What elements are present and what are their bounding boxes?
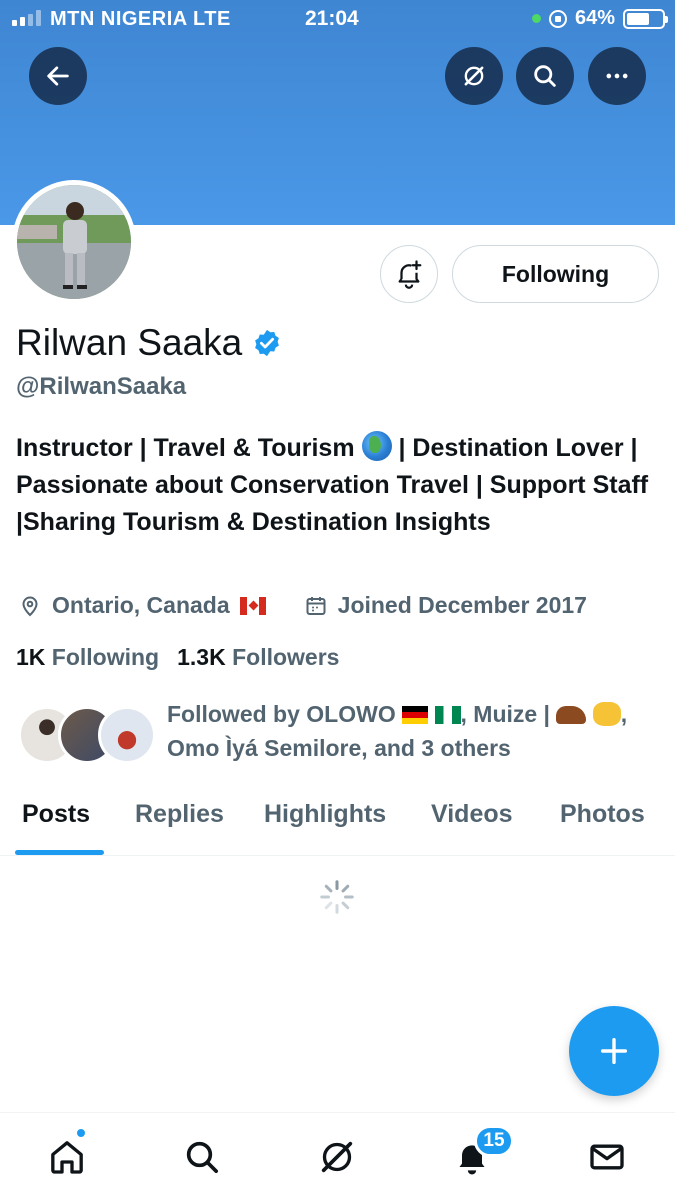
avatar xyxy=(98,706,156,764)
home-unread-dot xyxy=(75,1127,87,1139)
search-icon xyxy=(534,65,556,87)
nigeria-flag-icon xyxy=(434,706,461,724)
plus-icon xyxy=(600,1037,628,1065)
profile-avatar[interactable] xyxy=(12,180,136,304)
following-stat[interactable]: 1K Following xyxy=(16,644,159,671)
carrier-label: MTN NIGERIA LTE xyxy=(50,8,231,30)
home-icon xyxy=(51,1141,83,1174)
battery-percent: 64% xyxy=(574,7,615,29)
followed-by-text[interactable]: Followed by OLOWO , Muize | , Omo Ìyá Se… xyxy=(167,697,662,765)
nav-grok[interactable] xyxy=(315,1135,359,1179)
joined-date: Joined December 2017 xyxy=(337,592,587,618)
nav-home[interactable] xyxy=(45,1135,89,1179)
tab-replies[interactable]: Replies xyxy=(135,800,224,829)
bio-text-start: Instructor | Travel & Tourism xyxy=(16,434,355,462)
search-icon xyxy=(186,1141,219,1173)
grok-button[interactable] xyxy=(445,47,503,105)
back-button[interactable] xyxy=(29,47,87,105)
notify-button[interactable] xyxy=(380,245,438,303)
privacy-indicator-icon xyxy=(531,14,541,23)
shoe-emoji-icon xyxy=(556,706,587,724)
notification-badge: 15 xyxy=(474,1125,514,1157)
tab-highlights[interactable]: Highlights xyxy=(264,800,386,829)
location-pin-icon xyxy=(22,596,38,616)
clock: 21:04 xyxy=(305,7,359,30)
nav-search[interactable] xyxy=(180,1135,224,1179)
profile-location: Ontario, Canada xyxy=(52,592,230,618)
battery-icon xyxy=(623,8,668,29)
grok-icon xyxy=(321,1141,353,1173)
followers-stat[interactable]: 1.3K Followers xyxy=(177,644,339,671)
search-button[interactable] xyxy=(516,47,574,105)
profile-handle: @RilwanSaaka xyxy=(16,373,187,400)
mail-icon xyxy=(590,1144,624,1170)
globe-emoji-icon xyxy=(361,431,392,461)
verified-badge-icon[interactable] xyxy=(252,328,282,358)
loading-spinner-icon xyxy=(320,880,354,914)
nav-messages[interactable] xyxy=(585,1135,629,1179)
germany-flag-icon xyxy=(402,706,429,724)
status-bar: MTN NIGERIA LTE 21:04 64% xyxy=(0,0,675,40)
grok-icon xyxy=(464,66,484,86)
more-dots-icon xyxy=(606,73,628,79)
tab-posts[interactable]: Posts xyxy=(22,800,90,829)
display-name: Rilwan Saaka xyxy=(16,322,243,363)
tab-photos[interactable]: Photos xyxy=(560,800,645,829)
handshake-emoji-icon xyxy=(592,702,621,726)
arrow-left-icon xyxy=(47,66,69,86)
mutual-followers-avatars[interactable] xyxy=(18,706,158,766)
calendar-icon xyxy=(306,596,326,615)
signal-strength-icon xyxy=(12,10,41,26)
following-button[interactable]: Following xyxy=(452,245,659,303)
profile-tabs: Posts Replies Highlights Videos Photos xyxy=(0,780,675,856)
bottom-nav: 15 xyxy=(0,1112,675,1200)
bell-plus-icon xyxy=(398,260,422,289)
compose-button[interactable] xyxy=(569,1006,659,1096)
tab-videos[interactable]: Videos xyxy=(431,800,513,829)
canada-flag-icon xyxy=(239,596,266,615)
rotation-lock-icon xyxy=(548,9,567,28)
active-tab-indicator xyxy=(15,850,104,855)
more-button[interactable] xyxy=(588,47,646,105)
profile-bio: Instructor | Travel & Tourism | Destinat… xyxy=(16,430,656,541)
